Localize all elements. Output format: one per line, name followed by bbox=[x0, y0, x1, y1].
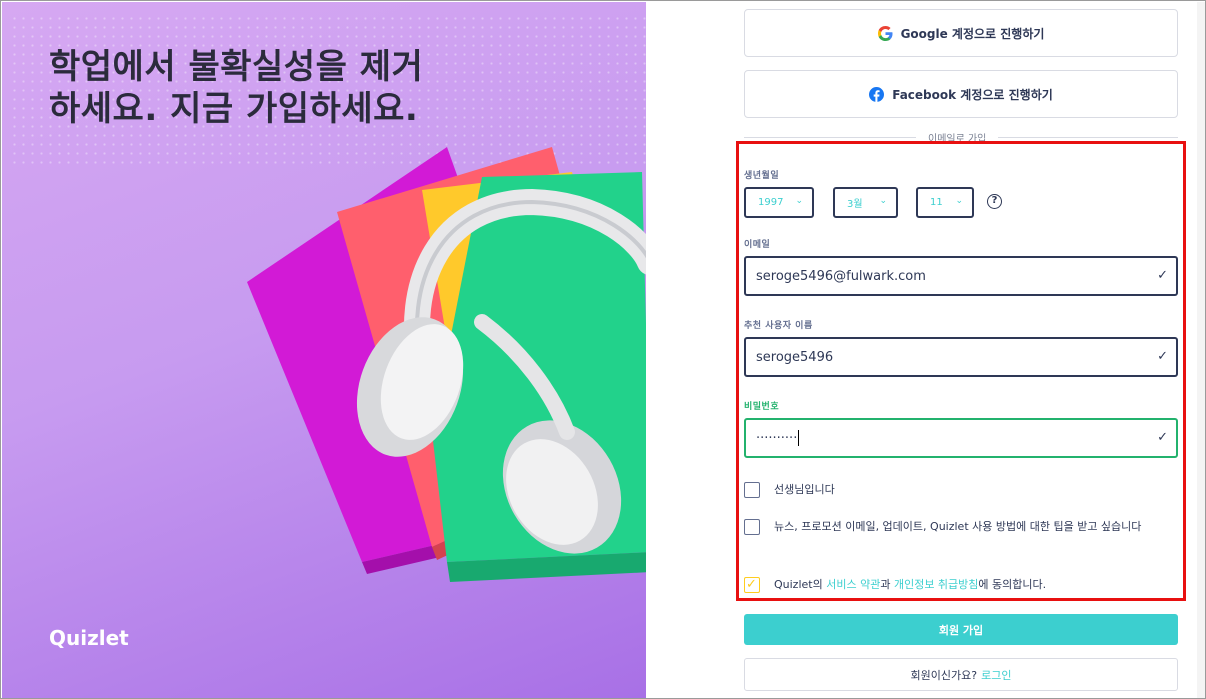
teacher-checkbox-label: 선생님입니다 bbox=[774, 483, 835, 496]
scrollbar[interactable] bbox=[1197, 2, 1205, 698]
chevron-down-icon: ⌄ bbox=[955, 196, 963, 206]
password-field[interactable]: ·········· ✓ bbox=[744, 418, 1178, 458]
facebook-signup-label: Facebook 계정으로 진행하기 bbox=[892, 87, 1053, 102]
email-label: 이메일 bbox=[744, 240, 771, 250]
chevron-down-icon: ⌄ bbox=[795, 196, 803, 206]
checkmark-icon: ✓ bbox=[1157, 268, 1168, 283]
birth-day-select[interactable]: 11 ⌄ bbox=[916, 187, 974, 218]
chevron-down-icon: ⌄ bbox=[879, 196, 887, 206]
facebook-signup-button[interactable]: Facebook 계정으로 진행하기 bbox=[744, 70, 1178, 118]
checkmark-icon: ✓ bbox=[1157, 349, 1168, 364]
birth-year-select[interactable]: 1997 ⌄ bbox=[744, 187, 814, 218]
text-caret bbox=[798, 430, 800, 446]
username-label: 추천 사용자 이름 bbox=[744, 321, 813, 331]
newsletter-checkbox-label: 뉴스, 프로모션 이메일, 업데이트, Quizlet 사용 방법에 대한 팁을… bbox=[774, 520, 1142, 533]
checkmark-icon: ✓ bbox=[1157, 430, 1168, 445]
login-prompt: 회원이신가요? 로그인 bbox=[744, 658, 1178, 691]
terms-text: Quizlet의 서비스 약관과 개인정보 취급방침에 동의합니다. bbox=[774, 575, 1046, 595]
hero-headline: 학업에서 불확실성을 제거하세요. 지금 가입하세요. bbox=[49, 47, 424, 129]
username-value: seroge5496 bbox=[756, 349, 834, 365]
terms-of-service-link[interactable]: 서비스 약관 bbox=[826, 578, 880, 591]
signup-button[interactable]: 회원 가입 bbox=[744, 614, 1178, 645]
teacher-checkbox-row[interactable]: 선생님입니다 bbox=[744, 480, 835, 500]
help-icon[interactable]: ? bbox=[987, 194, 1002, 209]
birth-month-select[interactable]: 3월 ⌄ bbox=[833, 187, 898, 218]
birth-year-value: 1997 bbox=[758, 197, 784, 208]
teacher-checkbox[interactable] bbox=[744, 482, 760, 498]
password-value: ·········· bbox=[756, 430, 798, 446]
birth-month-value: 3월 bbox=[847, 199, 863, 210]
birth-day-value: 11 bbox=[930, 197, 943, 208]
email-field[interactable]: seroge5496@fulwark.com ✓ bbox=[744, 256, 1178, 296]
facebook-icon bbox=[869, 86, 885, 102]
username-field[interactable]: seroge5496 ✓ bbox=[744, 337, 1178, 377]
login-link[interactable]: 로그인 bbox=[981, 667, 1011, 683]
birthday-label: 생년월일 bbox=[744, 171, 780, 181]
google-signup-button[interactable]: Google 계정으로 진행하기 bbox=[744, 9, 1178, 57]
terms-suffix: 에 동의합니다. bbox=[978, 578, 1047, 591]
newsletter-checkbox[interactable] bbox=[744, 519, 760, 535]
email-value: seroge5496@fulwark.com bbox=[756, 268, 926, 284]
terms-prefix: Quizlet의 bbox=[774, 578, 827, 591]
terms-checkbox[interactable] bbox=[744, 575, 760, 595]
quizlet-logo[interactable]: Quizlet bbox=[49, 626, 129, 650]
hero-panel: 학업에서 불확실성을 제거하세요. 지금 가입하세요. Quizlet bbox=[2, 2, 646, 698]
have-account-text: 회원이신가요? bbox=[910, 668, 978, 682]
google-signup-label: Google 계정으로 진행하기 bbox=[900, 26, 1045, 41]
divider-text: 이메일로 가입 bbox=[916, 130, 999, 145]
terms-mid: 과 bbox=[880, 578, 894, 591]
privacy-policy-link[interactable]: 개인정보 취급방침 bbox=[894, 578, 978, 591]
newsletter-checkbox-row[interactable]: 뉴스, 프로모션 이메일, 업데이트, Quizlet 사용 방법에 대한 팁을… bbox=[744, 517, 1174, 537]
google-icon bbox=[877, 25, 893, 41]
browser-frame: 학업에서 불확실성을 제거하세요. 지금 가입하세요. Quizlet Goog… bbox=[0, 0, 1206, 699]
terms-checkbox-row[interactable]: Quizlet의 서비스 약관과 개인정보 취급방침에 동의합니다. bbox=[744, 575, 1046, 595]
password-label: 비밀번호 bbox=[744, 402, 780, 412]
books-headphones-illustration bbox=[247, 147, 646, 582]
